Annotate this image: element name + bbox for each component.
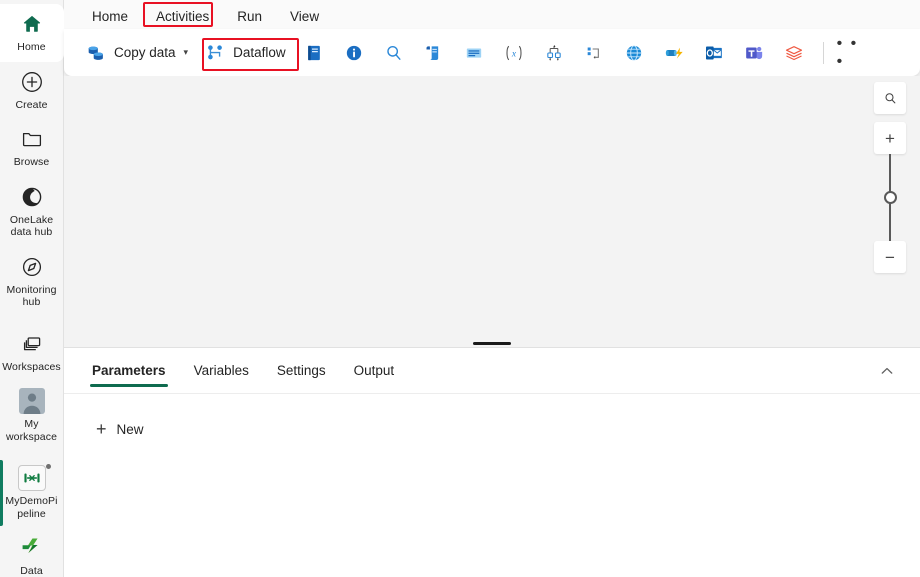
script-icon[interactable]	[418, 38, 450, 68]
dataflow-button[interactable]: Dataflow	[197, 38, 293, 68]
canvas-zoom-controls: + −	[874, 82, 906, 273]
set-variable-icon[interactable]: x	[498, 38, 530, 68]
tab-variables[interactable]: Variables	[184, 348, 259, 394]
zoom-out-icon[interactable]: −	[874, 241, 906, 273]
folder-icon	[18, 125, 46, 153]
sidebar-item-label: Create	[15, 98, 48, 111]
sidebar-item-home[interactable]: Home	[0, 4, 64, 62]
sidebar-item-mydemopipeline[interactable]: MyDemoPi peline	[0, 458, 64, 528]
panel-resize-divider[interactable]	[64, 338, 920, 348]
zoom-in-glyph: +	[885, 128, 895, 148]
menu-tab-label: Home	[92, 9, 129, 24]
sidebar-item-data-factory[interactable]: Data Factory	[0, 528, 64, 577]
sidebar-item-create[interactable]: Create	[0, 62, 64, 120]
web-icon[interactable]	[618, 38, 650, 68]
sidebar-item-label: Browse	[13, 156, 50, 168]
monitoring-icon	[18, 253, 46, 281]
onelake-icon	[18, 183, 46, 211]
menu-tab-label: Run	[237, 9, 263, 24]
tab-label: Parameters	[92, 363, 166, 378]
outlook-icon[interactable]	[698, 38, 730, 68]
pipeline-canvas[interactable]: + −	[64, 76, 920, 338]
notebook-icon[interactable]	[298, 38, 330, 68]
sidebar-item-label: Workspaces	[2, 360, 61, 373]
avatar-icon	[18, 387, 46, 415]
plus-icon: +	[96, 419, 107, 439]
left-navigation-rail: Home Create Browse OneLake data hub Moni…	[0, 0, 64, 577]
tab-label: Variables	[193, 363, 249, 378]
fabric-data-factory-window: Home Create Browse OneLake data hub Moni…	[0, 0, 920, 577]
svg-text:x: x	[510, 48, 516, 59]
sidebar-item-label-line1: My	[24, 418, 39, 430]
tab-settings[interactable]: Settings	[267, 348, 336, 394]
sidebar-item-browse[interactable]: Browse	[0, 119, 64, 177]
workspaces-icon	[18, 330, 46, 358]
menu-tab-label: View	[290, 9, 320, 24]
sidebar-item-label-line2: workspace	[5, 430, 58, 443]
tab-output[interactable]: Output	[344, 348, 405, 394]
sidebar-item-label: Home	[17, 41, 46, 53]
sidebar-item-label-line2: peline	[17, 507, 46, 520]
unsaved-indicator-dot	[45, 464, 51, 469]
data-factory-icon	[18, 534, 46, 562]
lookup-icon[interactable]	[378, 38, 410, 68]
properties-panel: Parameters Variables Settings Output + N…	[64, 348, 920, 577]
copy-data-label: Copy data	[114, 45, 176, 60]
sidebar-item-monitoring-hub[interactable]: Monitoring hub	[0, 247, 64, 317]
zoom-to-fit-icon[interactable]	[874, 82, 906, 114]
home-icon	[18, 10, 46, 38]
activities-toolbar: Copy data ▾ Dataflow x • • •	[64, 29, 920, 76]
tab-label: Settings	[276, 363, 326, 378]
divider-grip-handle[interactable]	[473, 342, 511, 345]
switch-icon[interactable]	[578, 38, 610, 68]
copy-data-button[interactable]: Copy data ▾	[78, 38, 195, 68]
chevron-down-icon[interactable]: ▾	[184, 47, 189, 58]
zoom-out-glyph: −	[885, 247, 895, 267]
main-region: Home Activities Run View Copy data ▾ Dat…	[64, 0, 920, 577]
sidebar-item-onelake-data-hub[interactable]: OneLake data hub	[0, 177, 64, 247]
foreach-icon[interactable]	[538, 38, 570, 68]
zoom-in-icon[interactable]: +	[874, 122, 906, 154]
databricks-icon[interactable]	[778, 38, 810, 68]
dataflow-label: Dataflow	[233, 45, 286, 60]
new-parameter-button[interactable]: + New	[88, 414, 152, 444]
sidebar-item-workspaces[interactable]: Workspaces	[0, 324, 64, 382]
new-button-label: New	[116, 421, 144, 437]
dataflow-icon	[204, 42, 226, 64]
sidebar-item-label-line2: data hub	[10, 226, 53, 238]
zoom-slider[interactable]	[874, 154, 906, 241]
azure-function-icon[interactable]	[658, 38, 690, 68]
plus-circle-icon	[18, 68, 46, 96]
sidebar-item-label-line2: hub	[22, 296, 41, 308]
info-icon[interactable]	[338, 38, 370, 68]
stored-procedure-icon[interactable]	[458, 38, 490, 68]
sidebar-item-my-workspace[interactable]: My workspace	[0, 381, 64, 451]
teams-icon[interactable]	[738, 38, 770, 68]
sidebar-item-label: Data Factory	[20, 565, 43, 577]
tab-parameters[interactable]: Parameters	[82, 348, 176, 394]
pipeline-icon	[17, 464, 46, 492]
toolbar-divider	[822, 41, 824, 64]
sidebar-item-label-line1: Monitoring	[6, 283, 57, 296]
activities-toolbar-wrapper: Copy data ▾ Dataflow x • • •	[64, 29, 920, 76]
sidebar-item-label-line1: MyDemoPi	[5, 495, 58, 507]
panel-content-parameters: + New	[64, 394, 920, 577]
panel-tab-list: Parameters Variables Settings Output	[64, 348, 920, 394]
more-options-icon[interactable]: • • •	[836, 34, 869, 70]
overflow-label: • • •	[836, 34, 859, 70]
tab-label: Output	[353, 363, 395, 378]
chevron-up-icon[interactable]	[872, 356, 902, 386]
menu-tab-label: Activities	[156, 9, 210, 24]
copy-data-icon	[85, 42, 107, 64]
sidebar-item-label-line1: OneLake	[9, 213, 54, 226]
